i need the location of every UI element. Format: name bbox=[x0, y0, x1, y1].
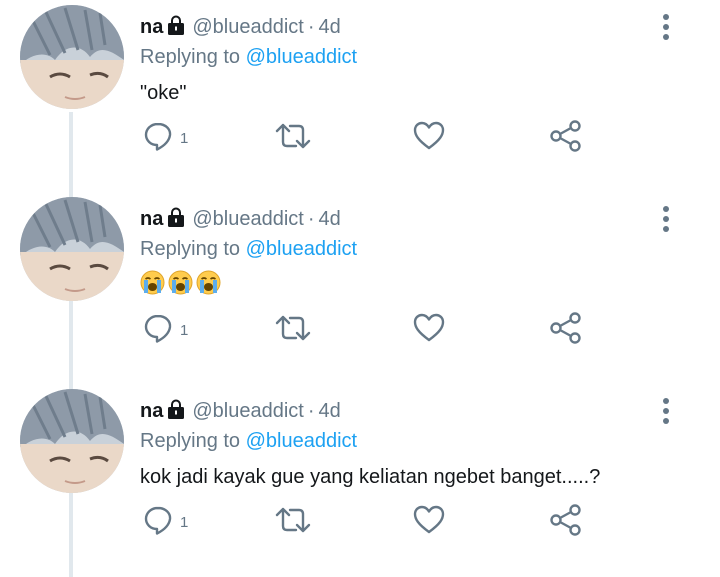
tweet-text: "oke" bbox=[140, 82, 187, 104]
replying-handle-link[interactable]: @blueaddict bbox=[246, 46, 357, 68]
loudly-crying-face-icon bbox=[196, 270, 221, 296]
like-button[interactable] bbox=[412, 310, 446, 350]
tweet-text: kok jadi kayak gue yang keliatan ngebet … bbox=[140, 466, 601, 488]
replying-to: Replying to @blueaddict bbox=[140, 428, 357, 454]
reply-icon bbox=[142, 504, 174, 541]
timestamp[interactable]: 4d bbox=[319, 208, 341, 230]
replying-prefix: Replying to bbox=[140, 46, 241, 68]
username[interactable]: @blueaddict bbox=[192, 208, 303, 230]
loudly-crying-face-icon bbox=[140, 270, 165, 296]
action-bar: 1 bbox=[0, 118, 720, 158]
retweet-icon bbox=[274, 504, 312, 541]
retweet-button[interactable] bbox=[274, 502, 312, 542]
avatar[interactable] bbox=[20, 197, 124, 301]
reply-count: 1 bbox=[180, 321, 189, 339]
share-icon bbox=[549, 311, 583, 349]
replying-prefix: Replying to bbox=[140, 238, 241, 260]
timestamp[interactable]: 4d bbox=[319, 16, 341, 38]
lock-icon bbox=[166, 15, 186, 42]
separator: · bbox=[307, 16, 315, 38]
action-bar: 1 bbox=[0, 310, 720, 350]
reply-button[interactable]: 1 bbox=[142, 310, 188, 350]
loudly-crying-face-icon bbox=[168, 270, 193, 296]
like-button[interactable] bbox=[412, 118, 446, 158]
reply-count: 1 bbox=[180, 513, 189, 531]
tweet-header: na @blueaddict · 4d bbox=[140, 398, 341, 426]
heart-icon bbox=[412, 120, 446, 157]
username[interactable]: @blueaddict bbox=[192, 16, 303, 38]
replying-prefix: Replying to bbox=[140, 430, 241, 452]
tweet-header: na @blueaddict · 4d bbox=[140, 206, 341, 234]
timestamp[interactable]: 4d bbox=[319, 400, 341, 422]
more-vertical-icon[interactable] bbox=[656, 204, 676, 234]
display-name[interactable]: na bbox=[140, 208, 163, 230]
more-vertical-icon[interactable] bbox=[656, 396, 676, 426]
replying-to: Replying to @blueaddict bbox=[140, 44, 357, 70]
tweet-emojis bbox=[140, 270, 221, 296]
tweet-header: na @blueaddict · 4d bbox=[140, 14, 341, 42]
like-button[interactable] bbox=[412, 502, 446, 542]
tweet[interactable]: na @blueaddict · 4d Replying to @blueaddict… bbox=[0, 384, 720, 576]
share-button[interactable] bbox=[549, 118, 583, 158]
reply-icon bbox=[142, 312, 174, 349]
share-button[interactable] bbox=[549, 502, 583, 542]
retweet-button[interactable] bbox=[274, 310, 312, 350]
replying-to: Replying to @blueaddict bbox=[140, 236, 357, 262]
lock-icon bbox=[166, 399, 186, 426]
tweet[interactable]: na @blueaddict · 4d Replying to @blueaddict… bbox=[0, 0, 720, 192]
separator: · bbox=[307, 208, 315, 230]
share-icon bbox=[549, 503, 583, 541]
reply-icon bbox=[142, 120, 174, 157]
heart-icon bbox=[412, 504, 446, 541]
display-name[interactable]: na bbox=[140, 400, 163, 422]
username[interactable]: @blueaddict bbox=[192, 400, 303, 422]
reply-count: 1 bbox=[180, 129, 189, 147]
action-bar: 1 bbox=[0, 502, 720, 542]
retweet-icon bbox=[274, 312, 312, 349]
more-vertical-icon[interactable] bbox=[656, 12, 676, 42]
retweet-icon bbox=[274, 120, 312, 157]
replying-handle-link[interactable]: @blueaddict bbox=[246, 430, 357, 452]
retweet-button[interactable] bbox=[274, 118, 312, 158]
lock-icon bbox=[166, 207, 186, 234]
tweet[interactable]: na @blueaddict · 4d Replying to @blueaddict… bbox=[0, 192, 720, 384]
share-icon bbox=[549, 119, 583, 157]
reply-button[interactable]: 1 bbox=[142, 502, 188, 542]
avatar[interactable] bbox=[20, 5, 124, 109]
display-name[interactable]: na bbox=[140, 16, 163, 38]
share-button[interactable] bbox=[549, 310, 583, 350]
reply-button[interactable]: 1 bbox=[142, 118, 188, 158]
separator: · bbox=[307, 400, 315, 422]
replying-handle-link[interactable]: @blueaddict bbox=[246, 238, 357, 260]
avatar[interactable] bbox=[20, 389, 124, 493]
heart-icon bbox=[412, 312, 446, 349]
